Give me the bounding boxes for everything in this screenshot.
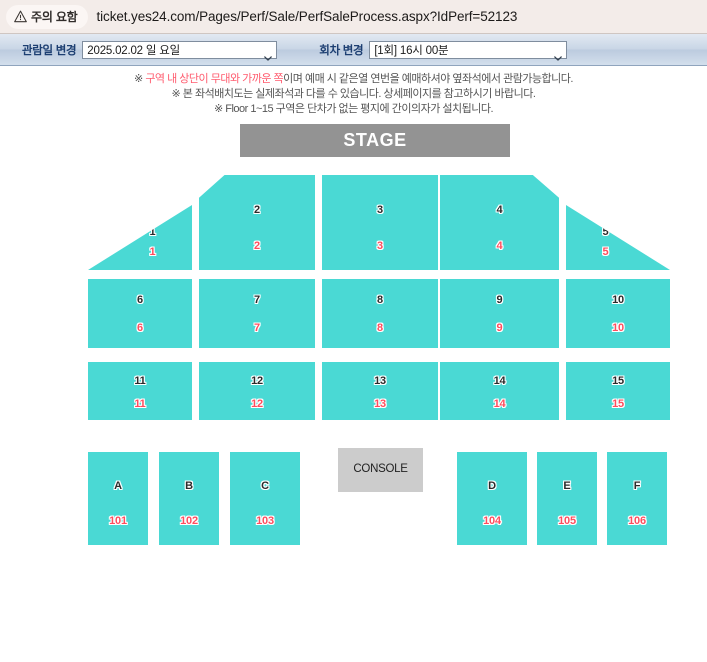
seat-block-5-label: 5 bbox=[602, 226, 609, 239]
seat-block-13-label: 13 bbox=[374, 374, 386, 387]
seat-block-E[interactable]: E 105 bbox=[537, 452, 597, 545]
console-label: CONSOLE bbox=[353, 463, 408, 475]
seat-block-11-number: 11 bbox=[134, 397, 146, 410]
seat-block-4-number: 4 bbox=[496, 239, 503, 252]
seat-block-2-label: 2 bbox=[254, 203, 260, 216]
seat-block-7-number: 7 bbox=[254, 321, 260, 334]
seat-block-10-label: 10 bbox=[612, 294, 624, 307]
seat-block-15[interactable]: 15 15 bbox=[566, 362, 670, 420]
seat-block-D-label: D bbox=[488, 479, 496, 492]
seat-block-12[interactable]: 12 12 bbox=[199, 362, 315, 420]
seat-block-2-number: 2 bbox=[254, 239, 260, 252]
seat-block-1-number: 1 bbox=[149, 245, 156, 258]
seat-block-E-number: 105 bbox=[558, 515, 576, 528]
seat-block-10[interactable]: 10 10 bbox=[566, 279, 670, 348]
seat-block-15-label: 15 bbox=[612, 374, 624, 387]
seat-block-4-label: 4 bbox=[496, 203, 503, 216]
seat-block-5[interactable]: 55 bbox=[566, 205, 670, 270]
seat-block-12-label: 12 bbox=[251, 374, 263, 387]
seat-block-A-number: 101 bbox=[109, 515, 127, 528]
seat-block-3-label: 3 bbox=[377, 203, 383, 216]
seat-block-F[interactable]: F 106 bbox=[607, 452, 667, 545]
seat-block-9-number: 9 bbox=[496, 321, 503, 334]
seat-block-7[interactable]: 77 bbox=[199, 279, 315, 348]
seat-block-5-number: 5 bbox=[602, 245, 609, 258]
seat-block-14-label: 14 bbox=[493, 374, 506, 387]
stage-label: STAGE bbox=[240, 124, 510, 157]
seat-block-A-label: A bbox=[114, 479, 122, 492]
seat-map: STAGE 1 1 2 2 3 3 4 4 5 5 6 6 7 7 8 8 9 9 10 10 11 11 12 12 13 13… bbox=[0, 0, 707, 662]
seat-block-8-number: 8 bbox=[377, 321, 383, 334]
seat-block-4[interactable]: 44 bbox=[440, 175, 559, 270]
seat-block-11[interactable]: 11 11 bbox=[88, 362, 192, 420]
seat-block-14[interactable]: 14 14 bbox=[440, 362, 559, 420]
seat-block-6[interactable]: 66 bbox=[88, 279, 192, 348]
seat-block-A[interactable]: A 101 bbox=[88, 452, 148, 545]
seat-block-7-label: 7 bbox=[254, 294, 260, 307]
seat-block-6-label: 6 bbox=[137, 294, 143, 307]
seat-block-13[interactable]: 13 13 bbox=[322, 362, 438, 420]
seat-block-14-number: 14 bbox=[493, 397, 506, 410]
seat-block-10-number: 10 bbox=[612, 321, 624, 334]
seat-block-C[interactable]: C 103 bbox=[230, 452, 300, 545]
seat-block-9[interactable]: 99 bbox=[440, 279, 559, 348]
seat-block-12-number: 12 bbox=[251, 397, 263, 410]
seat-block-B[interactable]: B 102 bbox=[159, 452, 219, 545]
seat-block-1[interactable]: 11 bbox=[88, 205, 192, 270]
seat-block-1-label: 1 bbox=[149, 226, 156, 239]
seat-block-11-label: 11 bbox=[134, 374, 146, 387]
seat-block-15-number: 15 bbox=[612, 397, 624, 410]
seat-block-3-number: 3 bbox=[377, 239, 383, 252]
seat-block-C-label: C bbox=[261, 479, 269, 492]
seat-block-E-label: E bbox=[563, 479, 571, 492]
seat-block-6-number: 6 bbox=[137, 321, 143, 334]
seat-block-9-label: 9 bbox=[496, 294, 503, 307]
seat-block-8-label: 8 bbox=[377, 294, 383, 307]
seat-block-D[interactable]: D 104 bbox=[457, 452, 527, 545]
seat-block-13-number: 13 bbox=[374, 397, 386, 410]
seat-block-B-number: 102 bbox=[180, 515, 198, 528]
seat-block-2[interactable]: 22 bbox=[199, 175, 315, 270]
console-area: CONSOLE bbox=[338, 448, 423, 492]
seat-block-3[interactable]: 33 bbox=[322, 175, 438, 270]
seat-block-8[interactable]: 88 bbox=[322, 279, 438, 348]
seat-block-F-number: 106 bbox=[628, 515, 646, 528]
seat-block-B-label: B bbox=[185, 479, 193, 492]
seat-block-F-label: F bbox=[633, 479, 641, 492]
seat-block-D-number: 104 bbox=[483, 515, 501, 528]
seat-block-C-number: 103 bbox=[256, 515, 274, 528]
